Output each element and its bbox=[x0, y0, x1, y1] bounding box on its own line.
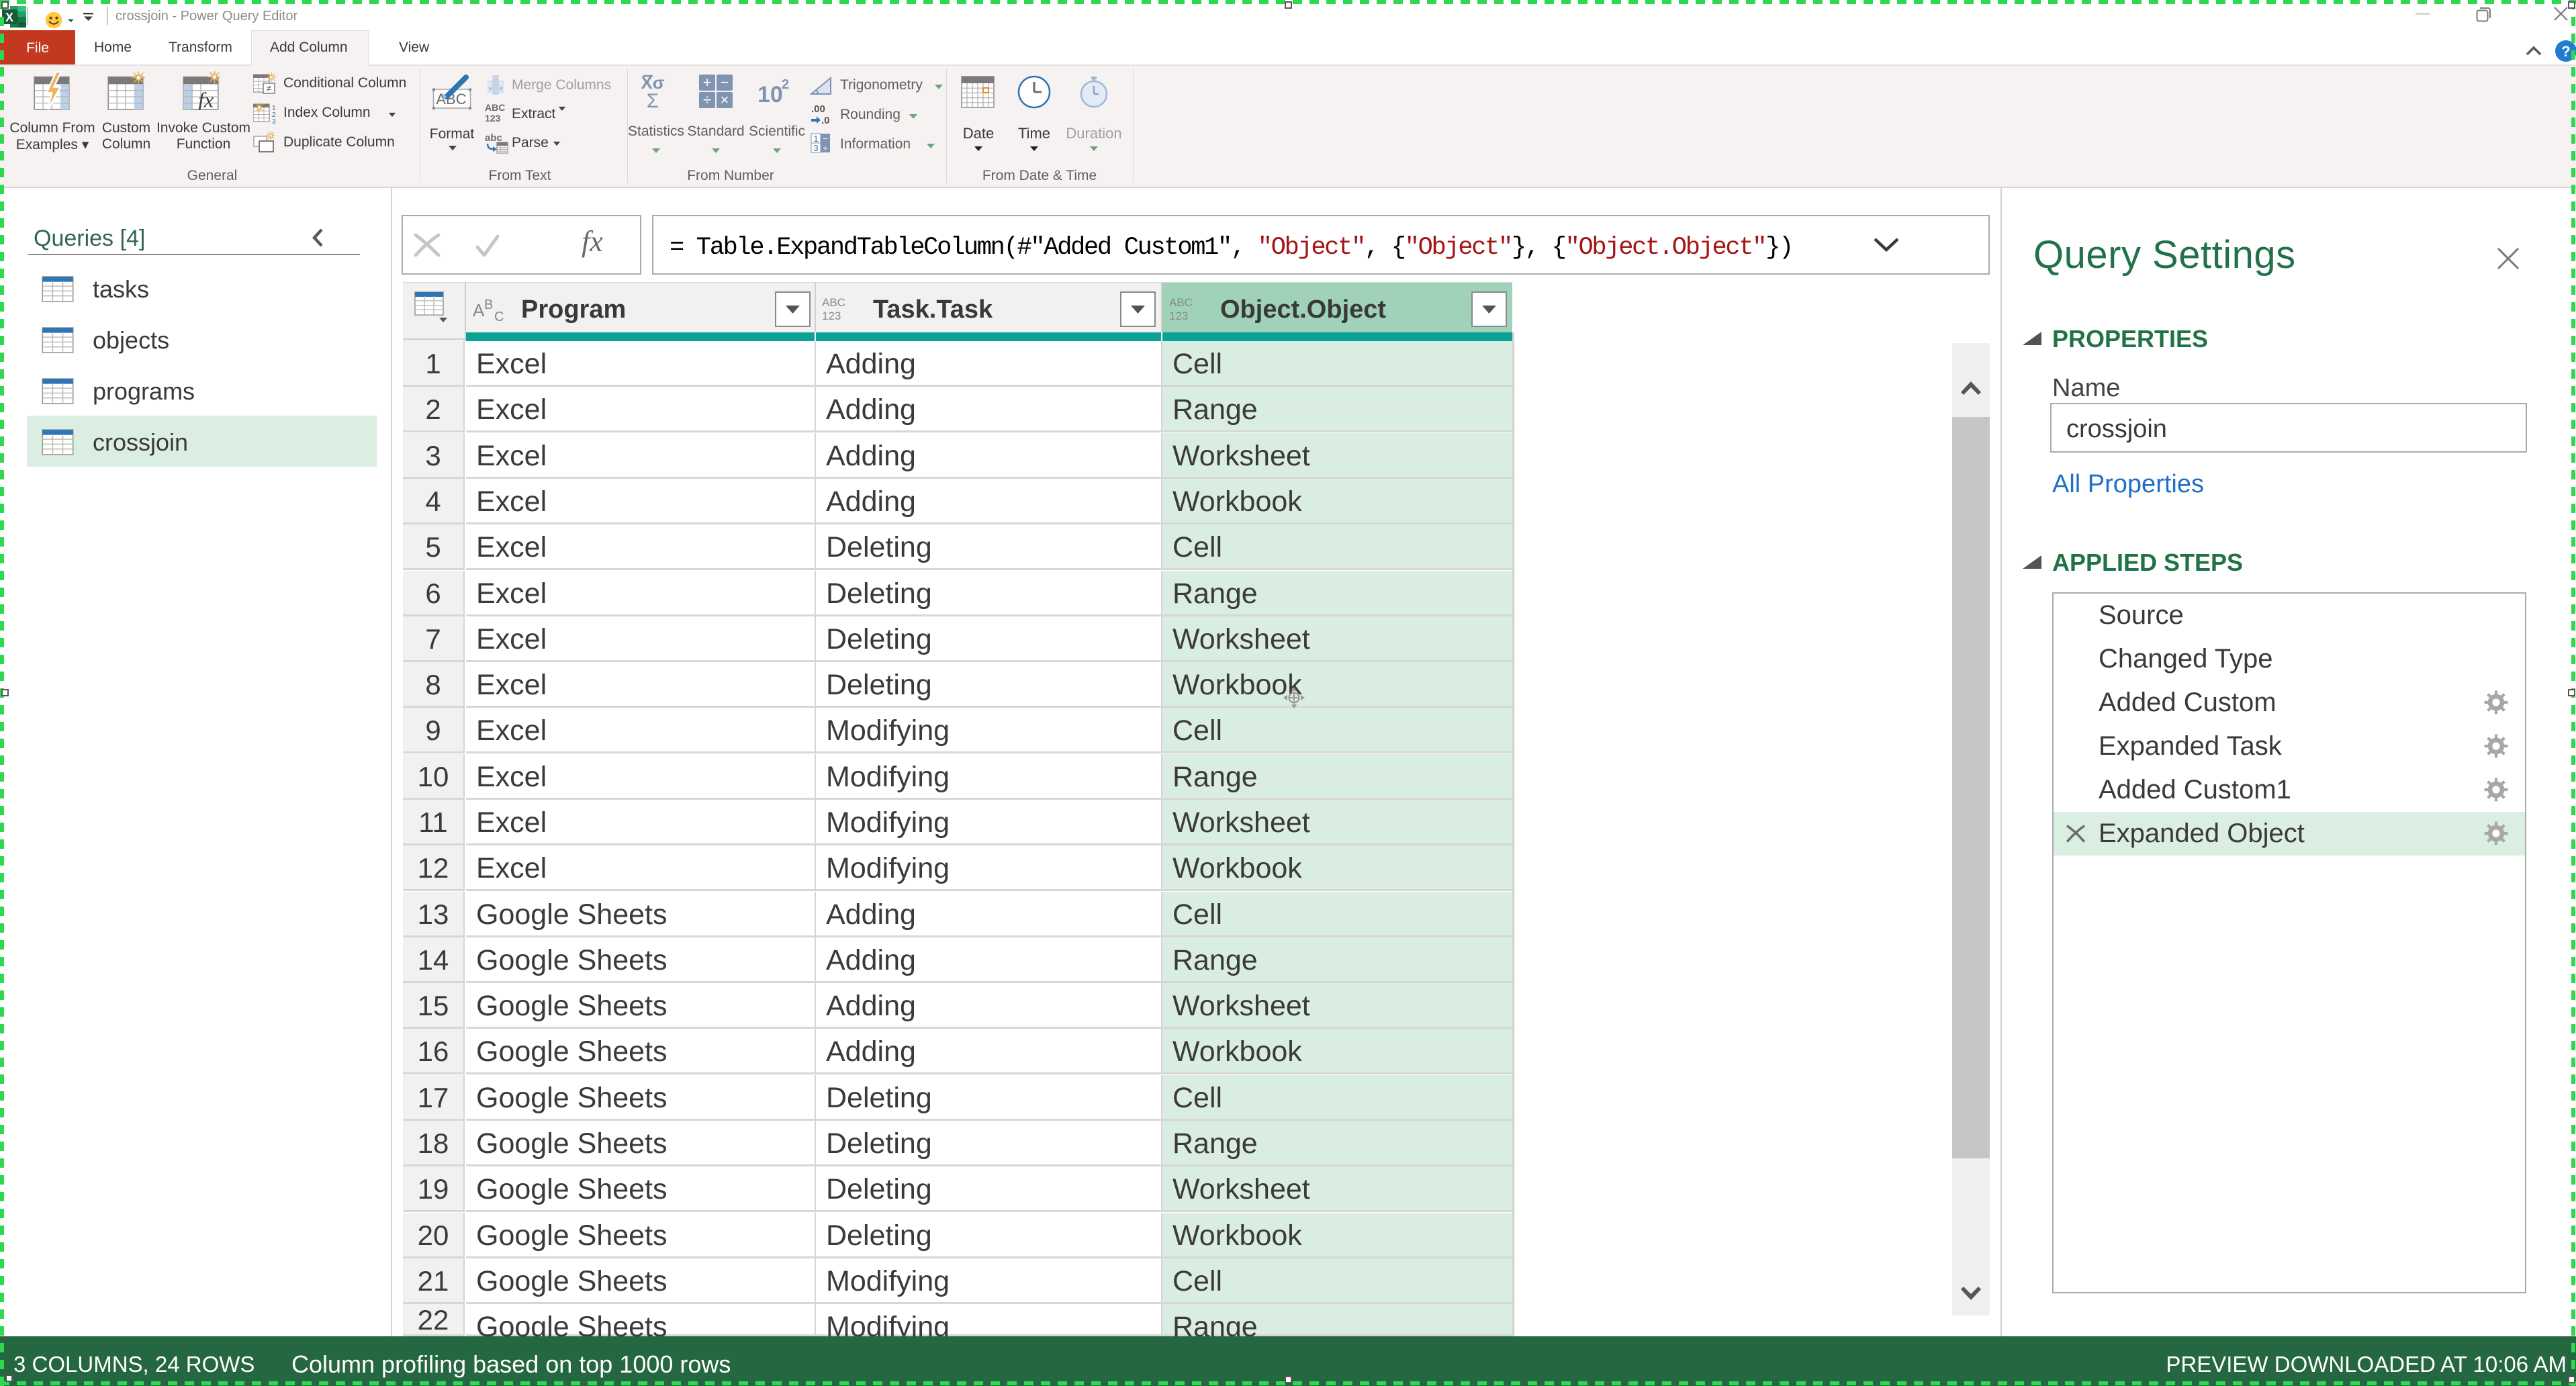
svg-text:123: 123 bbox=[822, 310, 841, 322]
svg-text:X: X bbox=[5, 11, 13, 24]
svg-text:10: 10 bbox=[757, 82, 783, 107]
svg-text:.00: .00 bbox=[811, 103, 825, 115]
svg-text:1: 1 bbox=[813, 134, 818, 144]
svg-text:A: A bbox=[473, 300, 485, 320]
svg-text:×: × bbox=[721, 91, 729, 108]
svg-text:ABC: ABC bbox=[1169, 296, 1193, 309]
svg-text:123: 123 bbox=[485, 113, 501, 124]
svg-text:ABC: ABC bbox=[822, 296, 845, 309]
svg-text:fx: fx bbox=[198, 88, 214, 110]
svg-text:+: + bbox=[823, 143, 828, 153]
svg-text:ABC: ABC bbox=[485, 102, 505, 113]
svg-text:÷: ÷ bbox=[703, 91, 711, 108]
svg-text:2: 2 bbox=[782, 77, 789, 92]
svg-text:123: 123 bbox=[1169, 310, 1188, 322]
svg-text:≠: ≠ bbox=[267, 83, 271, 93]
svg-text:C: C bbox=[494, 310, 504, 322]
svg-text:+: + bbox=[703, 74, 712, 91]
svg-text:3: 3 bbox=[272, 118, 276, 126]
svg-text:B: B bbox=[484, 297, 493, 312]
svg-text:3: 3 bbox=[813, 143, 818, 153]
svg-text:?: ? bbox=[2561, 43, 2570, 60]
svg-text:−: − bbox=[721, 74, 729, 91]
svg-text:−: − bbox=[823, 134, 828, 144]
svg-text:.0: .0 bbox=[821, 115, 830, 126]
svg-text:Σ: Σ bbox=[647, 90, 659, 110]
